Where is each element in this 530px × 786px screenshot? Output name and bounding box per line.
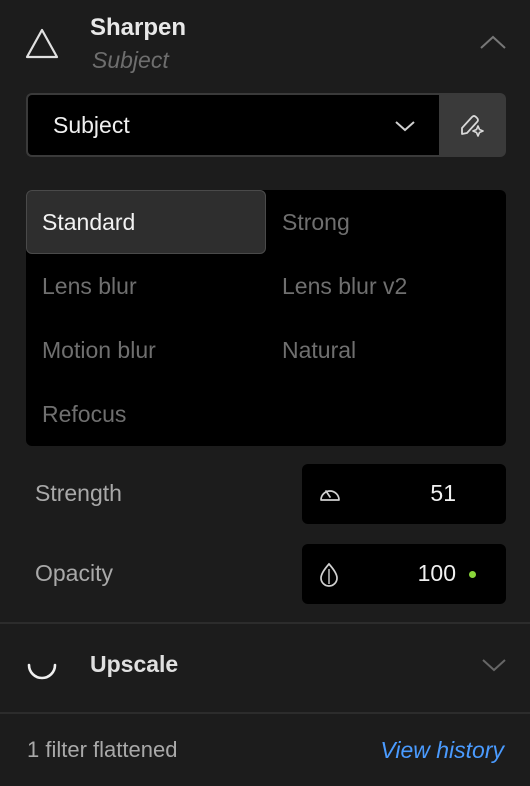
model-option-strong[interactable]: Strong [266, 190, 506, 254]
chevron-up-icon[interactable] [478, 32, 508, 52]
mask-brush-button[interactable] [439, 93, 506, 157]
strength-label: Strength [35, 480, 122, 506]
opacity-value: 100 [417, 560, 456, 586]
filter-panel: Sharpen Subject Subject Standard Strong … [0, 0, 530, 786]
triangle-icon [25, 28, 59, 59]
view-history-link[interactable]: View history [380, 737, 504, 764]
droplet-icon [320, 562, 338, 587]
mask-brush-icon [461, 115, 484, 137]
chevron-down-icon[interactable] [480, 656, 508, 674]
upscale-title[interactable]: Upscale [90, 651, 178, 678]
subject-select-value: Subject [53, 112, 130, 138]
spinner-icon [27, 663, 57, 680]
strength-value: 51 [430, 480, 456, 506]
model-option-motion-blur[interactable]: Motion blur [26, 318, 266, 382]
opacity-label: Opacity [35, 560, 113, 586]
sharpen-header[interactable]: Sharpen Subject [0, 0, 530, 90]
sharpen-subtitle: Subject [92, 47, 169, 73]
model-option-standard[interactable]: Standard [26, 190, 266, 254]
opacity-input[interactable]: 100 [302, 544, 506, 604]
filter-status: 1 filter flattened [27, 737, 178, 762]
model-option-lens-blur[interactable]: Lens blur [26, 254, 266, 318]
chevron-down-icon [395, 121, 415, 132]
sharpen-title: Sharpen [90, 14, 187, 41]
model-option-natural[interactable]: Natural [266, 318, 506, 382]
divider [0, 712, 530, 714]
strength-input[interactable]: 51 [302, 464, 506, 524]
model-option-lens-blur-v2[interactable]: Lens blur v2 [266, 254, 506, 318]
divider [0, 622, 530, 624]
model-grid: Standard Strong Lens blur Lens blur v2 M… [26, 190, 506, 446]
subject-select[interactable]: Subject [26, 93, 439, 157]
model-option-refocus[interactable]: Refocus [26, 382, 266, 446]
gauge-icon [320, 490, 340, 501]
opacity-indicator-dot [469, 571, 476, 578]
